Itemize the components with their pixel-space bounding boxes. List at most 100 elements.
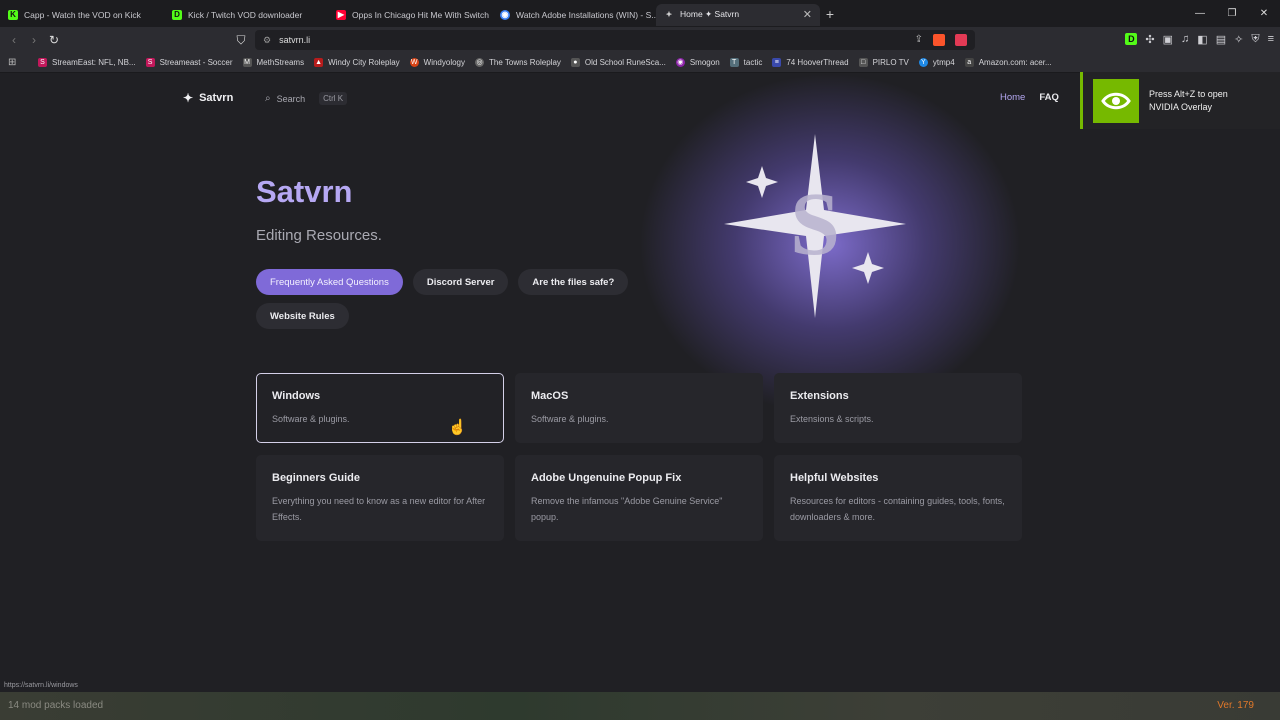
- card-extensions[interactable]: Extensions Extensions & scripts.: [774, 373, 1022, 443]
- reload-icon[interactable]: ↻: [44, 33, 64, 47]
- bookmark-icon[interactable]: ⛉: [231, 33, 251, 48]
- bookmark-item[interactable]: ● Old School RuneSca...: [570, 58, 666, 67]
- bookmark-item[interactable]: W Windyology: [409, 58, 465, 67]
- card-popup-fix[interactable]: Adobe Ungenuine Popup Fix Remove the inf…: [515, 455, 763, 541]
- share-icon[interactable]: ⇪: [915, 34, 923, 46]
- bookmark-item[interactable]: ◉ Smogon: [675, 58, 720, 67]
- search-label: Search: [276, 93, 306, 104]
- bookmark-icon: S: [145, 58, 155, 67]
- bookmark-label: Amazon.com: acer...: [978, 58, 1052, 67]
- card-title: MacOS: [531, 390, 569, 402]
- puzzle-icon[interactable]: ✣: [1145, 33, 1154, 46]
- brave-rewards-icon[interactable]: [955, 34, 967, 46]
- bookmark-icon: ◎: [475, 58, 485, 67]
- bookmark-item[interactable]: S Streameast - Soccer: [145, 58, 233, 67]
- bookmark-label: tactic: [743, 58, 763, 67]
- url-text[interactable]: satvrn.li: [279, 35, 310, 45]
- tab-title: Watch Adobe Installations (WIN) - S...: [516, 9, 656, 20]
- browser-tab[interactable]: ▶ Opps In Chicago Hit Me With Switch: [328, 4, 492, 26]
- apps-grid-icon[interactable]: ⊞: [8, 57, 20, 68]
- bookmark-item[interactable]: □ PIRLO TV: [858, 58, 909, 67]
- sidebar-icon[interactable]: ◧: [1197, 33, 1207, 46]
- hero-subtitle: Editing Resources.: [256, 227, 382, 244]
- site-nav: Home FAQ: [1000, 92, 1059, 103]
- kick-icon: K: [8, 9, 18, 20]
- browser-tab-active[interactable]: ✦ Home ✦ Satvrn ✕: [656, 3, 820, 26]
- site-search[interactable]: ⌕ Search Ctrl K: [265, 92, 348, 105]
- card-helpful-websites[interactable]: Helpful Websites Resources for editors -…: [774, 455, 1022, 541]
- vpn-icon[interactable]: ⛨: [1251, 33, 1259, 46]
- satvrn-icon: ✦: [665, 10, 673, 19]
- discord-button[interactable]: Discord Server: [412, 269, 509, 295]
- nav-faq-link[interactable]: FAQ: [1039, 92, 1059, 103]
- address-bar[interactable]: ⚙ satvrn.li ⇪: [255, 30, 975, 50]
- close-icon[interactable]: ✕: [803, 8, 812, 21]
- tab-strip: K Capp - Watch the VOD on Kick D Kick / Tw…: [0, 0, 1280, 27]
- card-macos[interactable]: MacOS Software & plugins.: [515, 373, 763, 443]
- browser-tab[interactable]: ◉ Watch Adobe Installations (WIN) - S...: [492, 4, 656, 26]
- tab-title: Capp - Watch the VOD on Kick: [24, 9, 141, 20]
- brave-shield-icon[interactable]: [933, 34, 945, 46]
- bookmark-label: MethStreams: [256, 58, 305, 67]
- new-tab-button[interactable]: +: [820, 6, 840, 22]
- bookmark-icon: W: [409, 58, 419, 67]
- card-title: Extensions: [790, 390, 849, 402]
- site-info-icon[interactable]: ⚙: [263, 35, 271, 46]
- faq-button[interactable]: Frequently Asked Questions: [256, 269, 403, 295]
- forward-icon[interactable]: ›: [24, 33, 44, 47]
- bookmark-item[interactable]: Ttactic: [729, 58, 763, 67]
- hero-buttons: Frequently Asked Questions Discord Serve…: [256, 269, 629, 295]
- nav-home-link[interactable]: Home: [1000, 92, 1025, 103]
- downloader-icon: D: [172, 9, 182, 20]
- card-beginners-guide[interactable]: Beginners Guide Everything you need to k…: [256, 455, 504, 541]
- card-description: Remove the infamous "Adobe Genuine Servi…: [531, 496, 723, 522]
- minimize-icon[interactable]: —: [1184, 0, 1216, 27]
- restore-icon[interactable]: ❐: [1216, 0, 1248, 27]
- browser-tab[interactable]: D Kick / Twitch VOD downloader: [164, 4, 328, 26]
- category-cards: Windows Software & plugins. MacOS Softwa…: [256, 373, 1026, 541]
- site-logo[interactable]: ✦ Satvrn: [183, 91, 233, 105]
- bookmark-label: Streameast - Soccer: [159, 58, 233, 67]
- nvidia-overlay-toast: Press Alt+Z to open NVIDIA Overlay: [1080, 72, 1280, 129]
- browser-toolbar: ‹ › ↻ ⛉ ⚙ satvrn.li ⇪ D ✣ ▣ ♫ ◧ ▤ ✧ ⛨ ≡: [0, 27, 1280, 53]
- page-content: ✦ Satvrn ⌕ Search Ctrl K Home FAQ Satvrn…: [0, 74, 1280, 680]
- bookmark-item[interactable]: Yytmp4: [918, 58, 955, 67]
- back-icon[interactable]: ‹: [4, 33, 24, 47]
- bookmark-item[interactable]: M MethStreams: [242, 58, 305, 67]
- leo-icon[interactable]: ✧: [1234, 33, 1243, 46]
- website-rules-button[interactable]: Website Rules: [256, 303, 349, 329]
- bookmark-icon: ●: [570, 58, 580, 67]
- bookmark-label: The Towns Roleplay: [489, 58, 561, 67]
- bookmark-item[interactable]: a Amazon.com: acer...: [964, 58, 1052, 67]
- tab-title: Home ✦ Satvrn: [680, 9, 740, 19]
- site-logo-text: Satvrn: [199, 92, 234, 104]
- bookmarks-bar: ⊞ S StreamEast: NFL, NB... S Streameast - …: [0, 53, 1280, 73]
- card-title: Beginners Guide: [272, 472, 361, 484]
- hand-cursor-icon: ☝: [448, 419, 467, 436]
- bookmark-label: PIRLO TV: [872, 58, 909, 67]
- bookmark-icon: □: [858, 58, 868, 67]
- browser-tab[interactable]: K Capp - Watch the VOD on Kick: [0, 4, 164, 26]
- bookmark-item[interactable]: ◎ The Towns Roleplay: [475, 58, 561, 67]
- bookmark-item[interactable]: S StreamEast: NFL, NB...: [38, 58, 136, 67]
- sparkle-icon: ✦: [183, 91, 194, 105]
- screenshot-icon[interactable]: ▣: [1163, 33, 1173, 46]
- bookmark-icon: ▲: [314, 58, 324, 67]
- nvidia-logo-icon: [1093, 78, 1139, 123]
- files-safe-button[interactable]: Are the files safe?: [518, 269, 629, 295]
- music-icon[interactable]: ♫: [1181, 33, 1189, 46]
- card-description: Resources for editors - containing guide…: [790, 496, 1005, 522]
- close-window-icon[interactable]: ✕: [1248, 0, 1280, 27]
- satvrn-star-logo: S: [724, 134, 906, 318]
- bookmark-item[interactable]: ≡ 74 HooverThread: [772, 58, 849, 67]
- bookmark-item[interactable]: ▲ Windy City Roleplay: [314, 58, 400, 67]
- tab-title: Opps In Chicago Hit Me With Switch: [352, 9, 489, 20]
- menu-icon[interactable]: ≡: [1268, 33, 1274, 46]
- card-title: Helpful Websites: [790, 472, 879, 484]
- status-bar-url: https://satvrn.li/windows: [4, 682, 78, 689]
- downloader-extension-icon[interactable]: D: [1125, 33, 1138, 45]
- wallet-icon[interactable]: ▤: [1216, 33, 1226, 46]
- card-description: Software & plugins.: [531, 414, 609, 424]
- nvidia-line1: Press Alt+Z to open: [1149, 88, 1228, 99]
- bookmark-label: StreamEast: NFL, NB...: [52, 58, 136, 67]
